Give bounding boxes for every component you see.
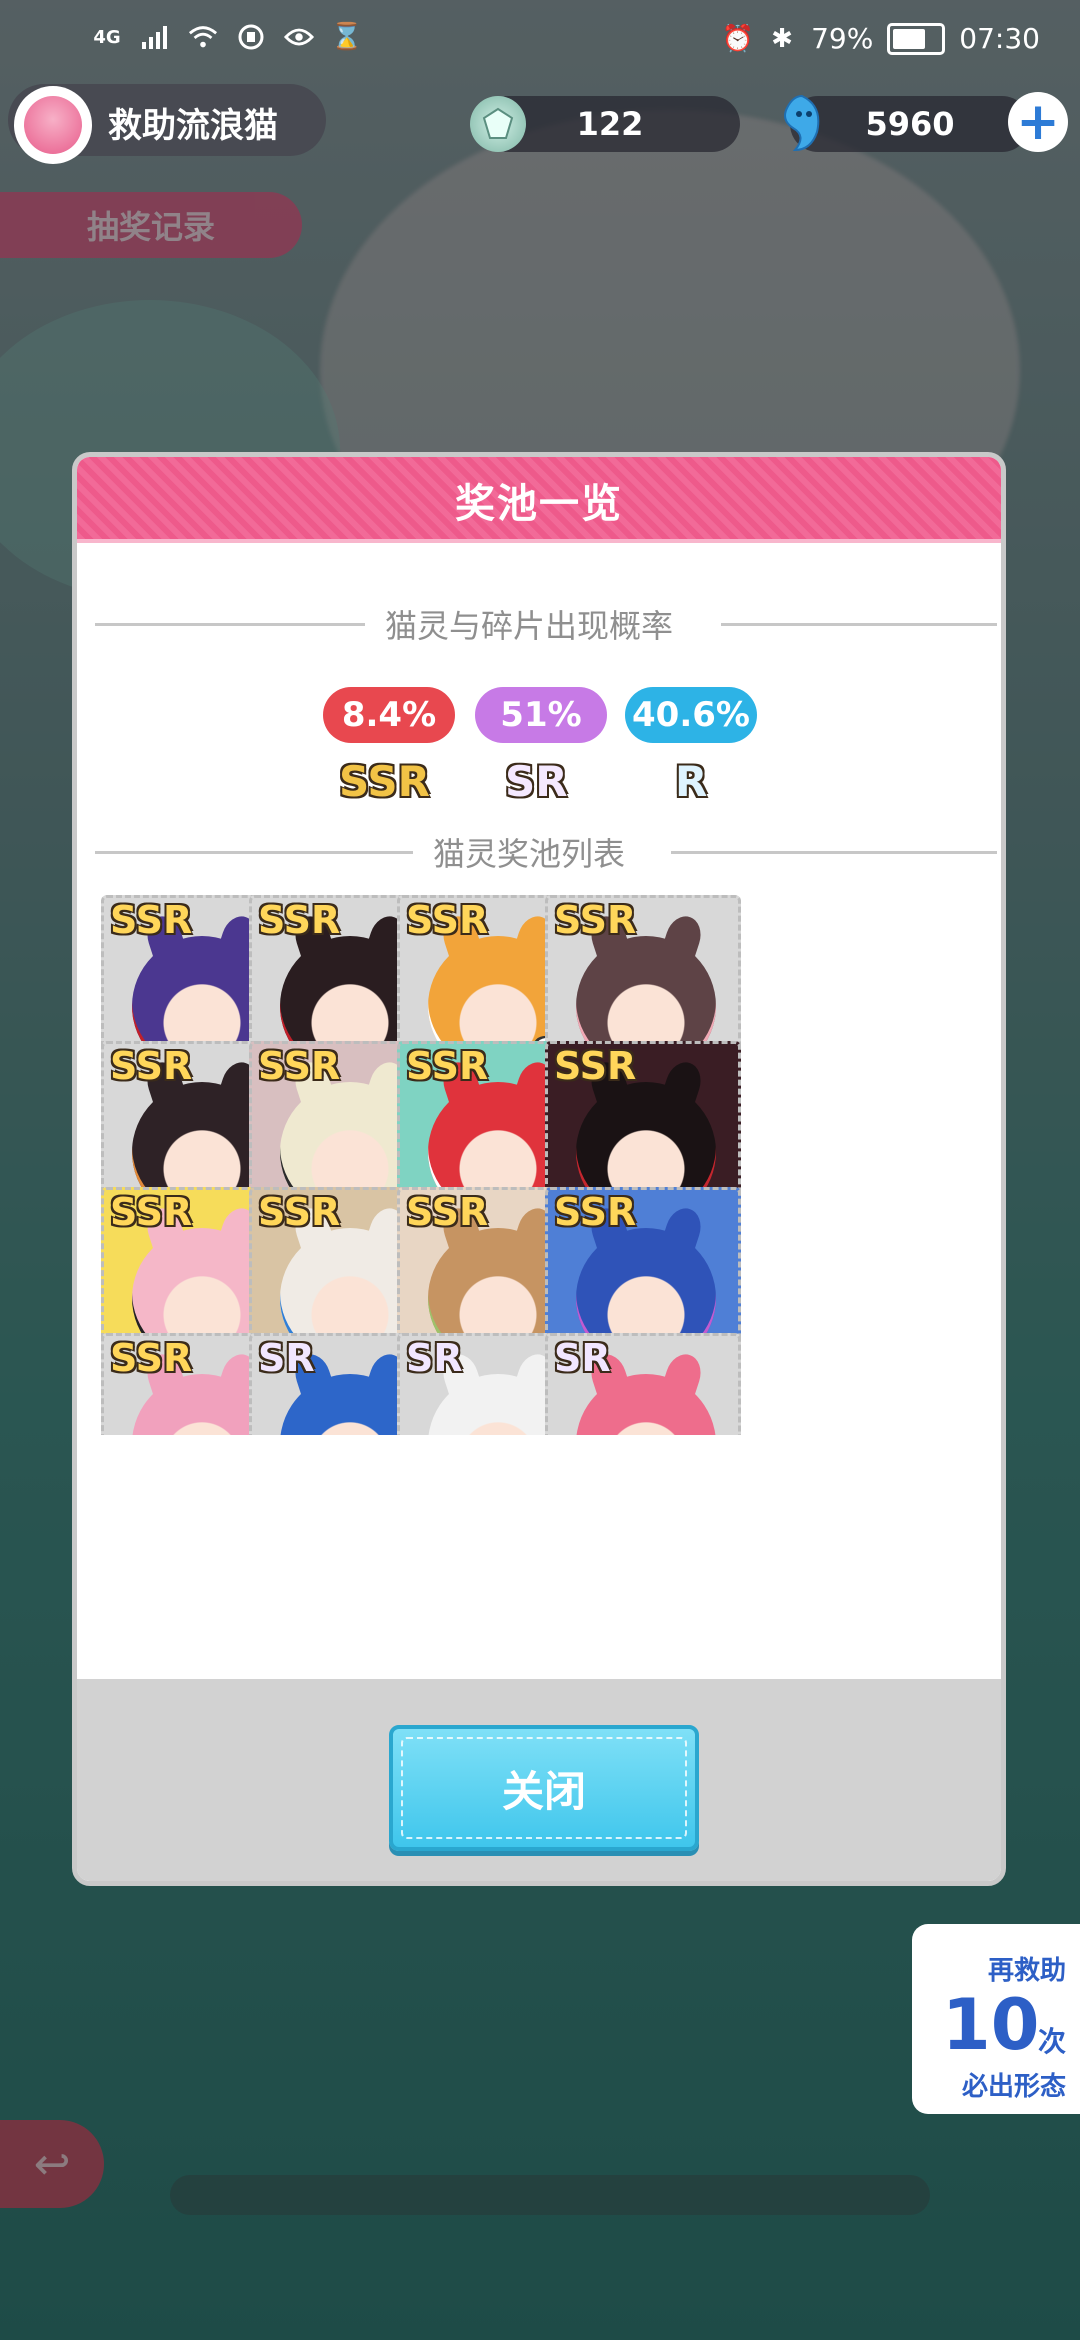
add-currency-button[interactable]: + — [1008, 92, 1068, 152]
signal-icon — [140, 22, 170, 52]
blue-spirit-icon — [772, 90, 832, 156]
rarity-badge: SSR — [258, 1044, 341, 1088]
crystal-icon — [470, 96, 526, 152]
notice-count: 10 — [942, 1984, 1040, 2066]
battery-level — [893, 28, 926, 49]
prize-pool-modal: 奖池一览 猫灵与碎片出现概率 8.4% 51% 40.6% SSR SR R 猫… — [72, 452, 1006, 1886]
rarity-badge: SR — [406, 1336, 463, 1380]
character-card[interactable]: SR — [545, 1333, 741, 1435]
app-avatar[interactable] — [14, 86, 92, 164]
wifi-icon — [188, 22, 218, 52]
battery-icon — [887, 22, 946, 55]
crystal-currency: 122 — [470, 96, 740, 152]
page-title: 救助流浪猫 — [108, 106, 278, 146]
ssr-rate-value: 8.4% — [341, 695, 437, 735]
rarity-badge: SR — [554, 1336, 611, 1380]
status-bar: 4G ⌛ ⏰ ✱ 79% 07:30 — [0, 0, 1080, 82]
close-button[interactable]: 关闭 — [389, 1725, 699, 1851]
rarity-badge: SSR — [406, 1044, 489, 1088]
hourglass-icon: ⌛ — [330, 22, 364, 52]
data-saver-icon — [236, 22, 266, 52]
notice-bottom-text: 必出形态 — [961, 2072, 1066, 2102]
pool-section-title: 猫灵奖池列表 — [433, 835, 626, 873]
divider — [95, 851, 413, 854]
rarity-badge: SSR — [258, 1190, 341, 1234]
rarity-badge: SSR — [554, 1044, 637, 1088]
rarity-badge: SSR — [110, 1336, 193, 1380]
sr-label: SR — [505, 757, 568, 806]
battery-percent: 79% — [811, 22, 874, 55]
rarity-badge: SR — [258, 1336, 315, 1380]
sr-rate-pill: 51% — [475, 687, 607, 743]
rarity-badge: SSR — [406, 898, 489, 942]
rarity-badge: SSR — [110, 898, 193, 942]
button-dashed-border — [401, 1737, 687, 1839]
ssr-label: SSR — [339, 757, 430, 806]
bluetooth-icon: ✱ — [771, 23, 793, 54]
notice-top-text: 再救助 — [987, 1956, 1066, 1986]
rarity-badge: SSR — [554, 1190, 637, 1234]
r-rate-pill: 40.6% — [625, 687, 757, 743]
modal-title: 奖池一览 — [455, 481, 623, 527]
alarm-icon: ⏰ — [721, 23, 755, 54]
divider — [721, 623, 997, 626]
divider — [95, 623, 365, 626]
modal-header: 奖池一览 — [77, 457, 1001, 543]
character-grid[interactable]: SSRSSRSSRCuSSRSSRSSRSSRSSRSSRSSRSSRSSR概率… — [77, 885, 1001, 1435]
guarantee-notice[interactable]: 再救助 10 次 必出形态 — [912, 1924, 1080, 2114]
r-label: R — [675, 757, 708, 806]
notice-unit: 次 — [1038, 2025, 1067, 2058]
sr-rate-value: 51% — [500, 695, 582, 735]
rarity-badge: SSR — [406, 1190, 489, 1234]
eye-icon — [284, 22, 314, 52]
clock: 07:30 — [959, 22, 1040, 55]
rarity-badge: SSR — [110, 1190, 193, 1234]
pink-ball-icon — [24, 96, 82, 154]
fish-currency: 5960 — [784, 94, 1030, 152]
ssr-rate-pill: 8.4% — [323, 687, 455, 743]
rarity-badge: SSR — [258, 898, 341, 942]
rarity-badge: SSR — [554, 898, 637, 942]
rate-section-title: 猫灵与碎片出现概率 — [385, 607, 674, 645]
network-type: 4G — [93, 26, 121, 48]
rarity-badge: SSR — [110, 1044, 193, 1088]
r-rate-value: 40.6% — [632, 695, 750, 735]
divider — [671, 851, 997, 854]
